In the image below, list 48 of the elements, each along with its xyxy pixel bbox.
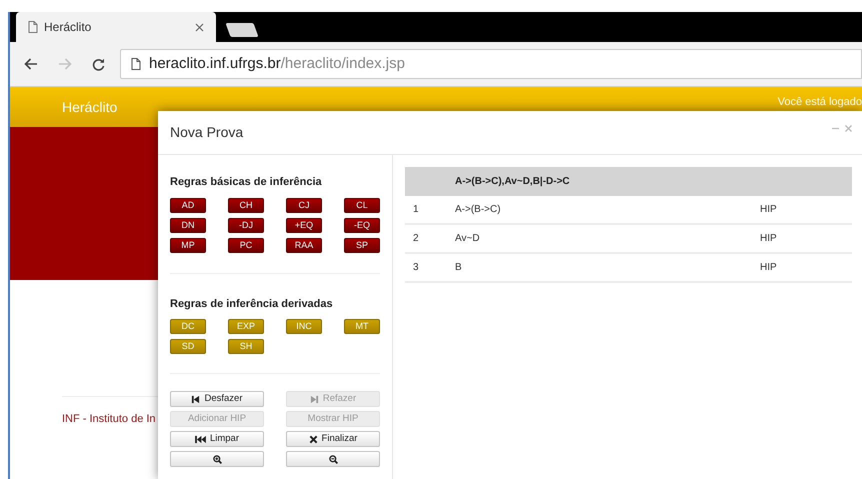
- browser-tab[interactable]: Heráclito: [16, 12, 216, 42]
- proof-goal: A->(B->C),Av~D,B|-D->C: [455, 175, 570, 189]
- action-button[interactable]: Finalizar: [286, 431, 380, 447]
- document-icon: [131, 58, 141, 70]
- rule-button[interactable]: -DJ: [228, 218, 264, 232]
- address-bar[interactable]: heraclito.inf.ufrgs.br/heraclito/index.jsp: [120, 49, 862, 79]
- rule-button[interactable]: SP: [344, 238, 380, 252]
- rule-button[interactable]: PC: [228, 238, 264, 252]
- close-icon: [308, 434, 318, 444]
- login-status: Você está logado: [778, 96, 862, 109]
- zoom-in-button[interactable]: [170, 451, 264, 467]
- step-forward-icon: [310, 394, 319, 404]
- step-back-icon: [191, 394, 200, 404]
- rule-button[interactable]: CJ: [286, 198, 322, 212]
- rule-cell-text: HIP: [760, 261, 777, 275]
- formula-cell-text: B: [455, 261, 463, 275]
- rule-cell-text: HIP: [760, 232, 777, 246]
- document-icon: [28, 21, 38, 33]
- zoom-out-icon: [328, 454, 338, 464]
- url-text: heraclito.inf.ufrgs.br/heraclito/index.jsp: [149, 54, 405, 74]
- close-icon[interactable]: [195, 22, 204, 32]
- tab-title: Heráclito: [44, 19, 92, 36]
- section-heading: Regras de inferência derivadas: [170, 296, 334, 312]
- dialog-title: Nova Prova: [170, 123, 244, 142]
- new-tab-button[interactable]: [225, 23, 259, 37]
- rule-button[interactable]: CH: [228, 198, 264, 212]
- line-number: 3: [412, 261, 420, 275]
- section-heading: Regras básicas de inferência: [170, 175, 323, 190]
- footer-text: INF - Instituto de In: [62, 412, 156, 427]
- rule-button[interactable]: DN: [170, 218, 206, 232]
- rule-button[interactable]: AD: [170, 198, 206, 212]
- rule-button[interactable]: +EQ: [286, 218, 322, 232]
- formula-cell-text: A->(B->C): [455, 203, 502, 217]
- rule-button[interactable]: -EQ: [344, 218, 380, 232]
- fast-backward-icon: [194, 434, 206, 444]
- rule-button[interactable]: CL: [344, 198, 380, 212]
- rule-button[interactable]: RAA: [286, 238, 322, 252]
- rule-button[interactable]: MP: [170, 238, 206, 252]
- action-button[interactable]: Limpar: [170, 431, 264, 447]
- back-arrow-icon[interactable]: [24, 58, 38, 70]
- line-number: 2: [412, 232, 420, 246]
- action-button[interactable]: Desfazer: [170, 391, 264, 407]
- zoom-out-button[interactable]: [286, 451, 380, 467]
- formula-cell-text: Av~D: [455, 232, 481, 246]
- line-number: 1: [412, 203, 420, 217]
- reload-icon[interactable]: [92, 58, 105, 70]
- zoom-in-icon: [212, 454, 222, 464]
- rule-cell-text: HIP: [760, 203, 777, 217]
